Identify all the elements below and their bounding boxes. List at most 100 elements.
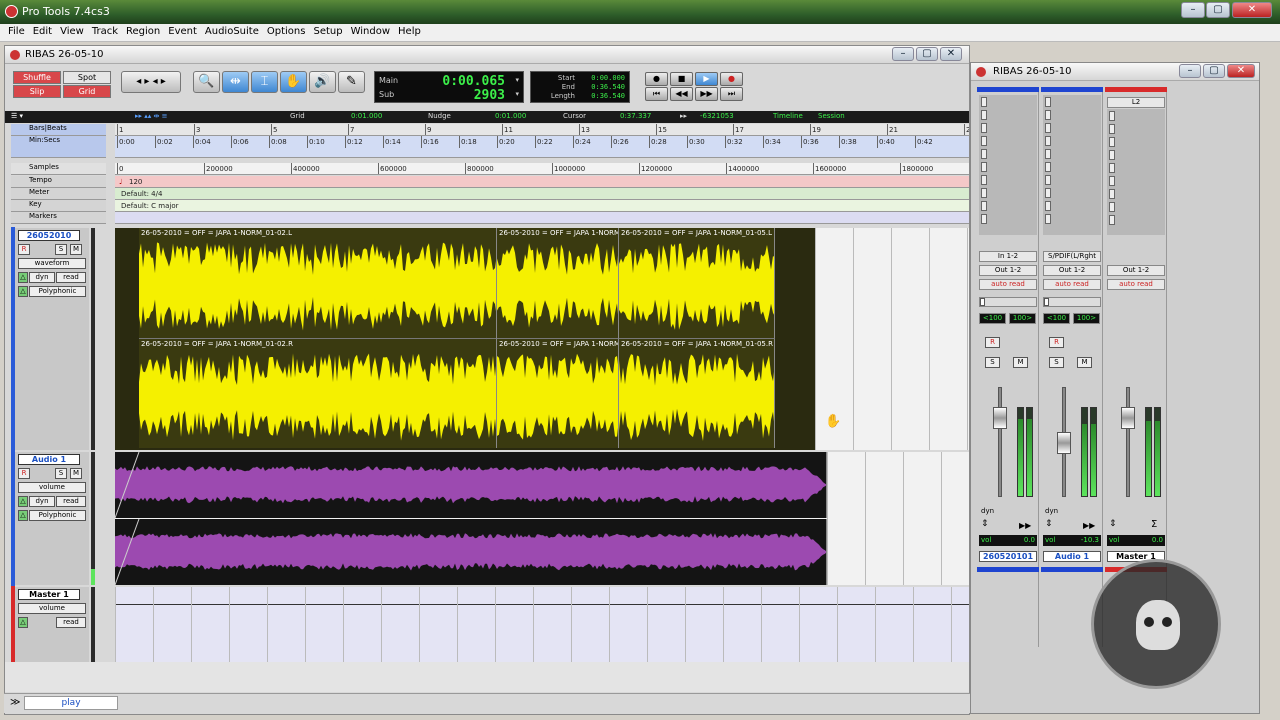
- session-label[interactable]: Session: [818, 112, 845, 120]
- solo-button[interactable]: S: [55, 244, 67, 255]
- track-lane-master[interactable]: [115, 587, 969, 662]
- audio-region[interactable]: 26-05-2010 = OFF = JAPA 1-NORM_01-05.L: [619, 228, 775, 338]
- zoomer-tool-icon[interactable]: 🔍: [193, 71, 220, 93]
- solo-button[interactable]: S: [55, 468, 67, 479]
- return-to-zero-button[interactable]: ⏮: [645, 87, 668, 101]
- go-to-end-button[interactable]: ⏭: [720, 87, 743, 101]
- stereo-link-icon[interactable]: ▶▶: [1019, 521, 1031, 530]
- samples-ruler-label[interactable]: Samples: [11, 163, 106, 175]
- fast-forward-button[interactable]: ▶▶: [695, 87, 718, 101]
- insert-slot-selector[interactable]: [981, 201, 987, 211]
- insert-slot-selector[interactable]: [981, 149, 987, 159]
- scrubber-tool-icon[interactable]: 🔊: [309, 71, 336, 93]
- volume-display[interactable]: vol -10.3: [1043, 535, 1101, 546]
- grid-mode-button[interactable]: Grid: [63, 85, 111, 98]
- output-selector[interactable]: Out 1-2: [1107, 265, 1165, 276]
- pan-slider[interactable]: [979, 297, 1037, 307]
- pan-left-value[interactable]: <100: [1043, 313, 1070, 324]
- main-counter[interactable]: Main 0:00.065 Sub 2903 ▾ ▾: [374, 71, 524, 103]
- insert-slot-selector[interactable]: [1109, 202, 1115, 212]
- stop-button[interactable]: ■: [670, 72, 693, 86]
- edit-minimize-button[interactable]: –: [892, 47, 914, 61]
- insert-slot-selector[interactable]: [1045, 162, 1051, 172]
- output-selector[interactable]: Out 1-2: [979, 265, 1037, 276]
- sub-counter-dropdown-icon[interactable]: ▾: [515, 90, 519, 98]
- insert-slots[interactable]: [1043, 95, 1101, 235]
- meter-ruler[interactable]: Default: 4/4: [115, 188, 969, 200]
- insert-slot-selector[interactable]: [1045, 123, 1051, 133]
- track-view-selector[interactable]: volume: [18, 482, 86, 493]
- automation-mode-selector[interactable]: auto read: [1107, 279, 1165, 290]
- menu-window[interactable]: Window: [347, 24, 394, 37]
- insert-slot-selector[interactable]: [1045, 188, 1051, 198]
- timeline-label[interactable]: Timeline: [773, 112, 803, 120]
- mix-close-button[interactable]: ✕: [1227, 64, 1255, 78]
- stereo-link-icon[interactable]: ▶▶: [1083, 521, 1095, 530]
- insert-slot-selector[interactable]: [1045, 136, 1051, 146]
- grabber-tool-icon[interactable]: ✋: [280, 71, 307, 93]
- insert-slot-selector[interactable]: [981, 188, 987, 198]
- mix-minimize-button[interactable]: –: [1179, 64, 1201, 78]
- strip-name[interactable]: Audio 1: [1043, 551, 1101, 562]
- record-enable-button[interactable]: R: [1049, 337, 1064, 348]
- insert-slot-selector[interactable]: [1109, 215, 1115, 225]
- bars-beats-ruler[interactable]: 1357911131517192123: [115, 124, 969, 136]
- key-ruler[interactable]: Default: C major: [115, 200, 969, 212]
- min-secs-ruler[interactable]: 0:00 0:02 0:04 0:06 0:08 0:10 0:12 0:14 0:16 0:18…: [115, 136, 969, 158]
- volume-display[interactable]: vol 0.0: [979, 535, 1037, 546]
- pan-right-value[interactable]: 100>: [1073, 313, 1100, 324]
- insert-slot-selector[interactable]: [981, 110, 987, 120]
- menu-region[interactable]: Region: [122, 24, 164, 37]
- minimize-button[interactable]: –: [1181, 2, 1205, 18]
- insert-slot-selector[interactable]: [1045, 110, 1051, 120]
- maximize-button[interactable]: ▢: [1206, 2, 1230, 18]
- menu-file[interactable]: File: [4, 24, 29, 37]
- menu-view[interactable]: View: [56, 24, 88, 37]
- tempo-ruler-label[interactable]: Tempo: [11, 176, 106, 188]
- track-lane-26052010[interactable]: 26-05-2010 = OFF = JAPA 1-NORM_01-02.L 2…: [115, 228, 969, 450]
- track-view-selector[interactable]: volume: [18, 603, 86, 614]
- insert-slot-selector[interactable]: [1045, 214, 1051, 224]
- insert-slot-selector[interactable]: [981, 123, 987, 133]
- mute-button[interactable]: M: [70, 468, 82, 479]
- menu-options[interactable]: Options: [263, 24, 310, 37]
- start-value[interactable]: 0:00.000: [591, 74, 625, 82]
- mute-button[interactable]: M: [1077, 357, 1092, 368]
- insert-slot-selector[interactable]: [1109, 176, 1115, 186]
- track-view-selector[interactable]: waveform: [18, 258, 86, 269]
- shuffle-mode-button[interactable]: Shuffle: [13, 71, 61, 84]
- markers-ruler[interactable]: [115, 212, 969, 224]
- track-lane-audio-1[interactable]: [115, 452, 969, 585]
- automation-mode-selector[interactable]: auto read: [979, 279, 1037, 290]
- audio-region[interactable]: 26-05-2010 = OFF = JAPA 1-NORM_01-04.L: [497, 228, 619, 338]
- pencil-tool-icon[interactable]: ✎: [338, 71, 365, 93]
- automation-icon[interactable]: △: [18, 496, 28, 507]
- pan-slider[interactable]: [1043, 297, 1101, 307]
- audio-region[interactable]: 26-05-2010 = OFF = JAPA 1-NORM_01-05.R: [619, 338, 775, 448]
- menu-track[interactable]: Track: [88, 24, 122, 37]
- mute-button[interactable]: M: [1013, 357, 1028, 368]
- close-button[interactable]: ✕: [1232, 2, 1272, 18]
- audio-region[interactable]: 26-05-2010 = OFF = JAPA 1-NORM_01-02.L: [139, 228, 497, 338]
- strip-name[interactable]: 260520101: [979, 551, 1037, 562]
- mix-maximize-button[interactable]: ▢: [1203, 64, 1225, 78]
- audio-region[interactable]: 26-05-2010 = OFF = JAPA 1-NORM_01-04.R: [497, 338, 619, 448]
- length-value[interactable]: 0:36.540: [591, 92, 625, 100]
- markers-ruler-label[interactable]: Markers: [11, 212, 106, 224]
- rewind-button[interactable]: ◀◀: [670, 87, 693, 101]
- output-selector[interactable]: Out 1-2: [1043, 265, 1101, 276]
- play-button[interactable]: ▶: [695, 72, 718, 86]
- input-selector[interactable]: S/PDIF(L/Rght: [1043, 251, 1101, 262]
- insert-l2[interactable]: L2: [1107, 97, 1165, 108]
- insert-slot-selector[interactable]: [1109, 111, 1115, 121]
- insert-slot-selector[interactable]: [981, 136, 987, 146]
- record-enable-button[interactable]: R: [985, 337, 1000, 348]
- menu-setup[interactable]: Setup: [309, 24, 346, 37]
- samples-ruler[interactable]: 0 200000 400000 600000 800000 1000000 1200000 1…: [115, 163, 969, 175]
- input-selector[interactable]: In 1-2: [979, 251, 1037, 262]
- insert-slots[interactable]: [979, 95, 1037, 235]
- track-name[interactable]: 26052010: [18, 230, 80, 241]
- selector-tool-icon[interactable]: ⌶: [251, 71, 278, 93]
- play-status[interactable]: play: [24, 696, 118, 710]
- zoom-buttons[interactable]: ◂ ▸ ◂ ▸: [121, 71, 181, 93]
